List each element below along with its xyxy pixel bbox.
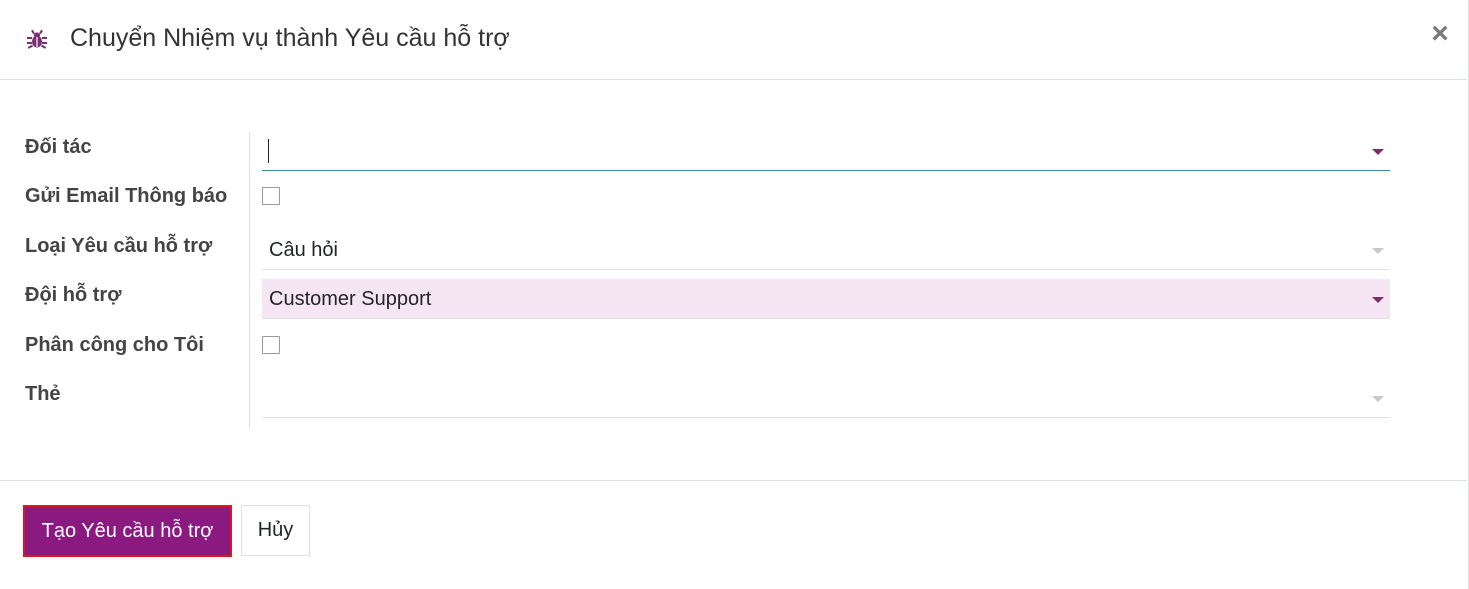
team-label: Đội hỗ trợ xyxy=(25,284,122,306)
dialog-title: Chuyển Nhiệm vụ thành Yêu cầu hỗ trợ xyxy=(70,24,510,52)
cancel-button[interactable]: Hủy xyxy=(241,505,310,556)
partner-dropdown-arrow-icon[interactable] xyxy=(1372,149,1384,155)
ticket-type-dropdown-arrow-icon[interactable] xyxy=(1372,248,1384,254)
close-icon[interactable]: × xyxy=(1427,18,1453,50)
partner-label: Đối tác xyxy=(25,136,92,158)
send-email-label: Gửi Email Thông báo xyxy=(25,185,228,207)
text-cursor xyxy=(268,139,269,163)
ticket-type-label: Loại Yêu cầu hỗ trợ xyxy=(25,235,213,257)
tags-field[interactable] xyxy=(262,378,1390,418)
ticket-type-field[interactable]: Câu hỏi xyxy=(262,230,1390,270)
dialog-footer: Tạo Yêu cầu hỗ trợ Hủy xyxy=(0,480,1467,589)
label-divider xyxy=(249,132,250,429)
ticket-type-value: Câu hỏi xyxy=(269,239,338,261)
dialog-header: Chuyển Nhiệm vụ thành Yêu cầu hỗ trợ × xyxy=(0,0,1467,80)
assign-to-me-checkbox[interactable] xyxy=(262,336,280,354)
assign-to-me-label: Phân công cho Tôi xyxy=(25,334,204,356)
partner-field[interactable] xyxy=(262,131,1390,171)
create-ticket-button[interactable]: Tạo Yêu cầu hỗ trợ xyxy=(23,505,232,557)
tags-label: Thẻ xyxy=(25,383,61,405)
convert-to-ticket-dialog: Chuyển Nhiệm vụ thành Yêu cầu hỗ trợ × Đ… xyxy=(0,0,1469,589)
tags-dropdown-arrow-icon[interactable] xyxy=(1372,396,1384,402)
team-field[interactable]: Customer Support xyxy=(262,279,1390,319)
bug-icon xyxy=(25,27,49,51)
send-email-checkbox[interactable] xyxy=(262,187,280,205)
team-dropdown-arrow-icon[interactable] xyxy=(1372,297,1384,303)
team-value: Customer Support xyxy=(269,288,432,310)
dialog-body: Đối tác Gửi Email Thông báo Loại Yêu cầu… xyxy=(0,80,1467,480)
